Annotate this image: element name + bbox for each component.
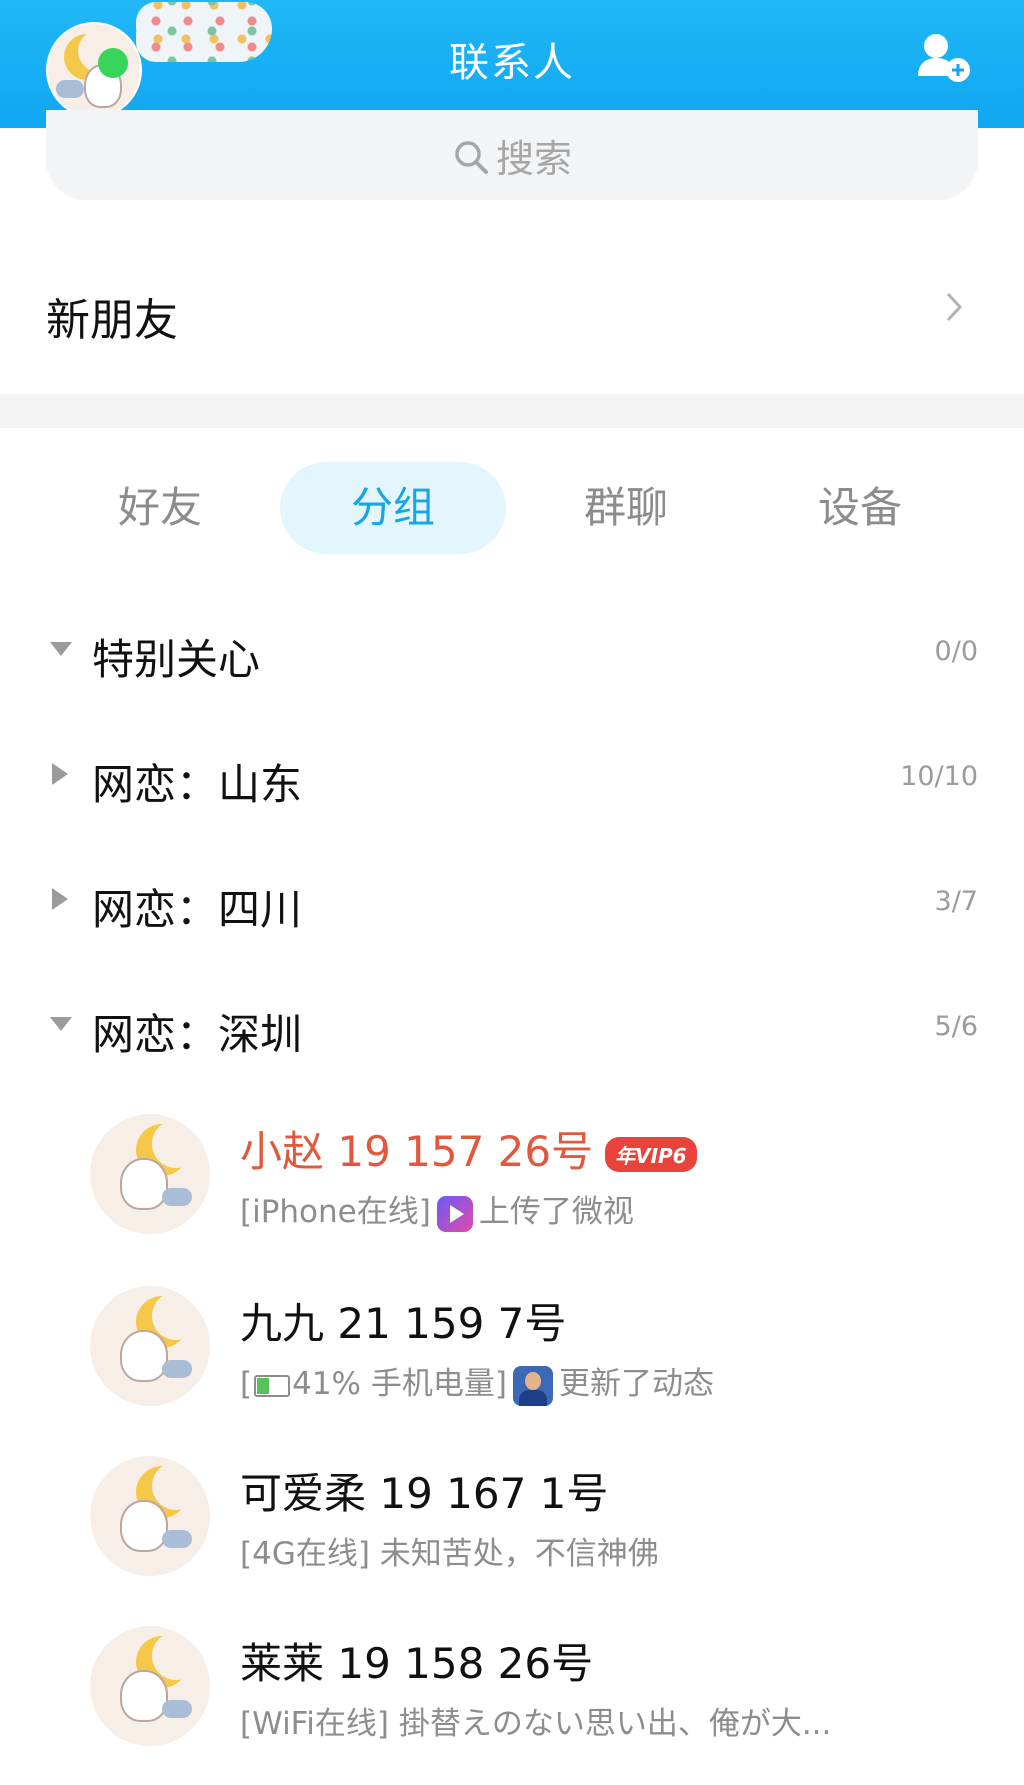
contact-avatar[interactable]: [90, 1626, 210, 1746]
caret-down-icon: [50, 642, 72, 656]
top-bar: 联系人: [0, 0, 1024, 128]
group-name: 网恋：山东: [92, 760, 303, 809]
contact-avatar[interactable]: [90, 1114, 210, 1234]
search-bar[interactable]: 搜索: [46, 110, 978, 200]
contact-status: [4G在线] 未知苦处，不信神佛: [240, 1536, 659, 1572]
contact-row[interactable]: 九九 21 159 7号 [41% 手机电量] 更新了动态: [0, 1286, 1024, 1436]
group-shandong[interactable]: 网恋：山东 10/10: [0, 731, 1024, 821]
caret-right-icon: [52, 888, 68, 910]
contact-row[interactable]: 小赵 19 157 26号 年VIP6 [iPhone在线] 上传了微视: [0, 1114, 1024, 1264]
contact-row[interactable]: 可爱柔 19 167 1号 [4G在线] 未知苦处，不信神佛: [0, 1456, 1024, 1606]
caret-right-icon: [52, 763, 68, 785]
contact-status: [41% 手机电量] 更新了动态: [240, 1358, 714, 1406]
group-name: 网恋：四川: [92, 885, 303, 934]
group-special-care[interactable]: 特别关心 0/0: [0, 606, 1024, 696]
tab-devices[interactable]: 设备: [760, 462, 960, 554]
search-placeholder: 搜索: [495, 137, 572, 181]
section-divider: [0, 394, 1024, 428]
group-count: 3/7: [934, 886, 978, 917]
battery-icon: [254, 1374, 291, 1397]
battery-percent: 41%: [292, 1366, 362, 1402]
vip-badge: 年VIP6: [605, 1137, 697, 1172]
page-title: 联系人: [449, 40, 575, 86]
add-friend-button[interactable]: [914, 30, 974, 86]
tab-friends[interactable]: 好友: [60, 462, 260, 554]
contact-status: [iPhone在线] 上传了微视: [240, 1194, 634, 1232]
caret-down-icon: [50, 1017, 72, 1031]
contact-tabs: 好友 分组 群聊 设备: [0, 462, 1024, 554]
tab-group-chats[interactable]: 群聊: [526, 462, 726, 554]
weishi-icon: [436, 1195, 473, 1232]
contact-avatar[interactable]: [90, 1456, 210, 1576]
friend-avatar-thumbnail: [512, 1365, 553, 1406]
contact-name: 小赵 19 157 26号 年VIP6: [240, 1118, 697, 1179]
new-friends-label: 新朋友: [46, 295, 178, 346]
group-name: 网恋：深圳: [92, 1010, 303, 1059]
group-sichuan[interactable]: 网恋：四川 3/7: [0, 856, 1024, 946]
chevron-right-icon: [946, 292, 963, 322]
contact-name: 九九 21 159 7号: [240, 1299, 567, 1348]
group-count: 10/10: [900, 761, 978, 792]
contact-name: 莱莱 19 158 26号: [240, 1639, 594, 1688]
group-name: 特别关心: [92, 635, 261, 684]
group-count: 5/6: [934, 1011, 978, 1042]
tab-groups[interactable]: 分组: [280, 462, 506, 554]
contact-status: [WiFi在线] 掛替えのない思い出、俺が大...: [240, 1706, 832, 1742]
search-icon: [452, 138, 490, 185]
contact-name: 可爱柔 19 167 1号: [240, 1469, 609, 1518]
contact-avatar[interactable]: [90, 1286, 210, 1406]
add-friend-icon: [918, 34, 970, 82]
contact-row[interactable]: 莱莱 19 158 26号 [WiFi在线] 掛替えのない思い出、俺が大...: [0, 1626, 1024, 1776]
group-count: 0/0: [934, 636, 978, 667]
new-friends-row[interactable]: 新朋友: [0, 260, 1024, 360]
group-shenzhen[interactable]: 网恋：深圳 5/6: [0, 981, 1024, 1071]
